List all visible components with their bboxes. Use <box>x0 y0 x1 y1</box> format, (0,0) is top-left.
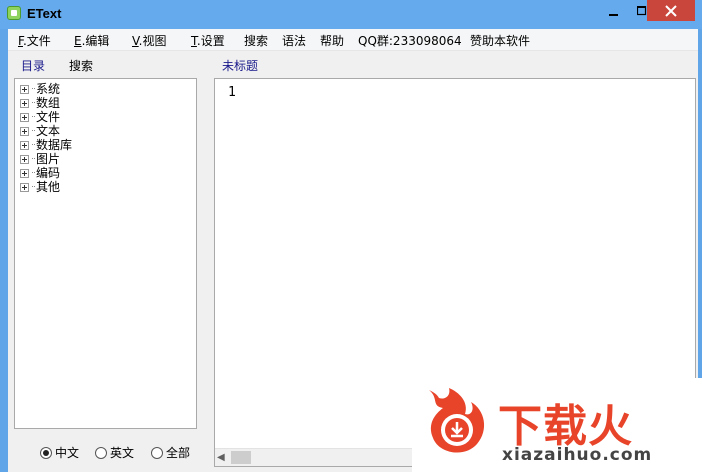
tree-item-text[interactable]: 文本 <box>20 124 60 138</box>
app-icon <box>7 6 21 20</box>
catalog-tree[interactable]: 系统 数组 文件 文本 数据库 图片 编码 其他 <box>14 78 197 429</box>
menu-settings[interactable]: T.设置 <box>191 32 225 49</box>
window-title: EText <box>27 6 62 21</box>
tree-item-other[interactable]: 其他 <box>20 180 60 194</box>
tree-item-array[interactable]: 数组 <box>20 96 60 110</box>
menu-donate[interactable]: 赞助本软件 <box>470 32 530 49</box>
radio-chinese[interactable]: 中文 <box>40 444 79 461</box>
watermark: 下载火 xiazaihuo.com <box>412 378 702 472</box>
tree-item-database[interactable]: 数据库 <box>20 138 72 152</box>
expand-icon[interactable] <box>20 140 29 150</box>
scroll-left-icon[interactable]: ◀ <box>217 452 225 463</box>
line-number: 1 <box>228 85 236 100</box>
radio-all[interactable]: 全部 <box>151 444 190 461</box>
menu-bar: F.文件 E.编辑 V.视图 T.设置 搜索 语法 帮助 QQ群:2330980… <box>8 29 698 51</box>
scrollbar-thumb[interactable] <box>231 451 251 464</box>
tree-item-image[interactable]: 图片 <box>20 152 60 166</box>
title-bar[interactable]: EText <box>0 0 702 29</box>
radio-english[interactable]: 英文 <box>95 444 134 461</box>
tab-row: 目录 搜索 未标题 <box>8 51 698 77</box>
expand-icon[interactable] <box>20 168 29 178</box>
radio-checked-icon[interactable] <box>40 446 52 459</box>
minimize-button[interactable] <box>600 0 628 22</box>
tree-item-file[interactable]: 文件 <box>20 110 60 124</box>
menu-search[interactable]: 搜索 <box>244 32 268 49</box>
flame-logo-icon <box>429 388 485 453</box>
menu-help[interactable]: 帮助 <box>320 32 344 49</box>
tree-item-encoding[interactable]: 编码 <box>20 166 60 180</box>
tree-item-system[interactable]: 系统 <box>20 82 60 96</box>
app-window: EText F.文件 E.编辑 V.视图 T.设置 搜索 语法 帮助 QQ群:2… <box>0 0 702 472</box>
expand-icon[interactable] <box>20 98 29 108</box>
tab-catalog[interactable]: 目录 <box>21 57 45 74</box>
watermark-url: xiazaihuo.com <box>502 445 653 465</box>
minimize-icon <box>609 14 618 16</box>
close-icon <box>665 4 677 17</box>
radio-unchecked-icon[interactable] <box>95 446 107 459</box>
expand-icon[interactable] <box>20 126 29 136</box>
tab-search[interactable]: 搜索 <box>69 57 93 74</box>
expand-icon[interactable] <box>20 84 29 94</box>
maximize-icon <box>637 6 647 16</box>
expand-icon[interactable] <box>20 112 29 122</box>
menu-file[interactable]: F.文件 <box>18 32 51 49</box>
radio-unchecked-icon[interactable] <box>151 446 163 459</box>
editor-tab-untitled[interactable]: 未标题 <box>222 57 258 74</box>
menu-syntax[interactable]: 语法 <box>282 32 306 49</box>
expand-icon[interactable] <box>20 182 29 192</box>
menu-view[interactable]: V.视图 <box>132 32 167 49</box>
close-button[interactable] <box>647 0 695 21</box>
expand-icon[interactable] <box>20 154 29 164</box>
menu-edit[interactable]: E.编辑 <box>74 32 109 49</box>
menu-qq-group[interactable]: QQ群:233098064 <box>358 32 462 49</box>
